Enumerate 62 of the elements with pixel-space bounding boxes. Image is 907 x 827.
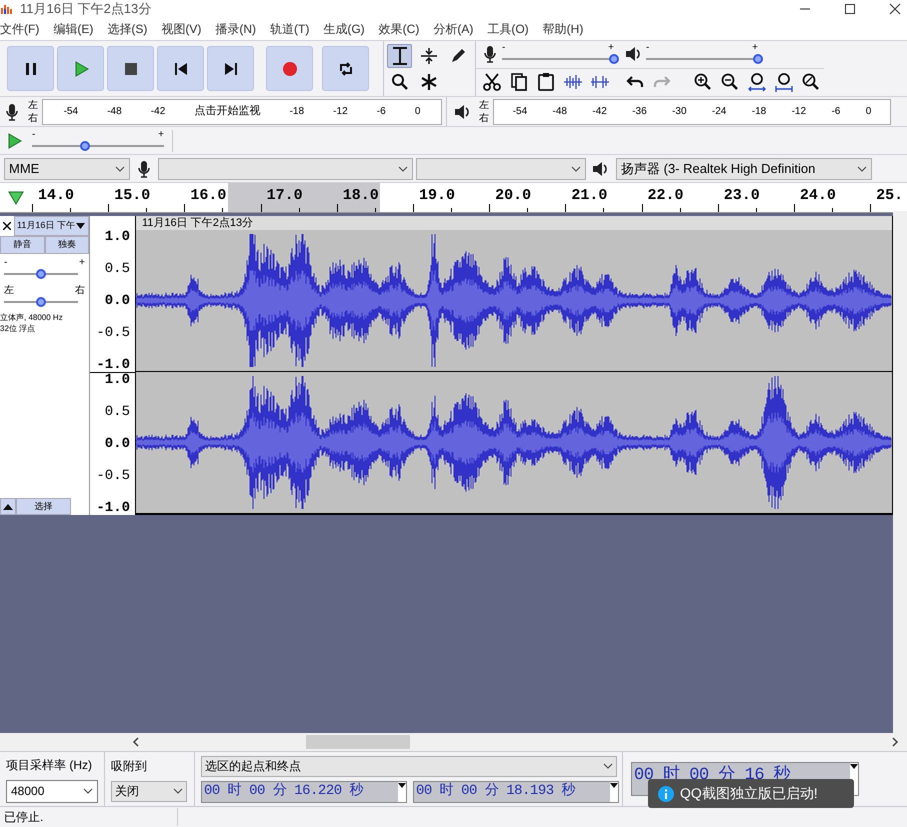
amplitude-scale-label: -1.0 <box>96 501 130 515</box>
amplitude-scale-label: 0.5 <box>104 405 130 419</box>
channel-label: 左 <box>28 98 39 112</box>
channel-label: 右 <box>479 112 490 124</box>
slider-max-label: + <box>79 258 85 268</box>
ruler-tick-label: 16.0 <box>190 186 226 206</box>
ruler-tick-label: 20.0 <box>495 186 532 206</box>
meter-prompt: 点击开始监视 <box>194 104 260 120</box>
slider-min-label: - <box>32 130 36 140</box>
amplitude-scale-label: -0.5 <box>96 326 130 340</box>
track-info-text: 32位 浮点 <box>0 323 36 334</box>
meter-tick-label: -54 <box>64 105 78 119</box>
amplitude-scale-label: 0.5 <box>104 262 130 276</box>
amplitude-scale-label: 0.0 <box>104 294 130 308</box>
channel-label: 左 <box>479 98 490 112</box>
meter-tick-label: -18 <box>290 105 304 119</box>
snap-to-label: 吸附到 <box>111 758 148 774</box>
slider-min-label: - <box>502 43 506 54</box>
meter-tick-label: -36 <box>632 105 647 119</box>
status-text: 已停止. <box>0 808 178 826</box>
slider-max-label: 右 <box>75 286 85 296</box>
meter-tick-label: -12 <box>792 105 806 119</box>
channel-label: 右 <box>28 112 39 124</box>
amplitude-scale-label: 0.0 <box>104 437 130 451</box>
meter-tick-label: 0 <box>866 105 872 119</box>
notification-toast: QQ截图独立版已启动! <box>648 779 854 808</box>
ruler-tick-label: 14.0 <box>38 186 74 206</box>
ruler-tick-label: 17.0 <box>266 186 303 206</box>
meter-tick-label: -42 <box>592 105 607 119</box>
slider-max-label: + <box>608 43 614 54</box>
track-info-text: 立体声, 48000 Hz <box>0 312 64 323</box>
slider-min-label: 左 <box>4 286 14 296</box>
meter-tick-label: -48 <box>552 105 567 119</box>
window-title: 11月16日 下午2点13分 <box>20 0 152 18</box>
amplitude-scale-label: -1.0 <box>96 358 130 372</box>
meter-tick-label: -54 <box>512 105 528 119</box>
meter-tick-label: -30 <box>672 105 687 119</box>
amplitude-scale-label: 1.0 <box>104 373 130 387</box>
meter-tick-label: -42 <box>150 105 166 119</box>
slider-min-label: - <box>646 43 650 54</box>
ruler-tick-label: 19.0 <box>418 186 455 206</box>
meter-tick-label: -6 <box>831 105 840 119</box>
meter-tick-label: -18 <box>752 105 766 119</box>
meter-tick-label: 0 <box>414 105 420 119</box>
amplitude-scale-label: -0.5 <box>96 469 130 483</box>
ruler-tick-label: 21.0 <box>571 186 608 206</box>
sample-rate-label: 项目采样率 (Hz) <box>6 756 93 774</box>
amplitude-scale-label: 1.0 <box>104 230 130 244</box>
slider-max-label: + <box>158 130 164 140</box>
meter-tick-label: -48 <box>107 105 122 119</box>
ruler-tick-label: 22.0 <box>648 186 684 206</box>
slider-max-label: + <box>752 43 758 54</box>
ruler-tick-label: 25. <box>876 186 904 206</box>
meter-tick-label: -24 <box>712 105 726 119</box>
slider-min-label: - <box>4 258 8 268</box>
clip-title: 11月16日 下午2点13分 <box>136 216 892 230</box>
ruler-tick-label: 18.0 <box>342 186 379 206</box>
meter-tick-label: -6 <box>376 105 386 119</box>
ruler-tick-label: 15.0 <box>114 186 150 206</box>
meter-tick-label: -12 <box>333 105 348 119</box>
ruler-tick-label: 24.0 <box>800 186 836 206</box>
ruler-tick-label: 23.0 <box>724 186 760 206</box>
